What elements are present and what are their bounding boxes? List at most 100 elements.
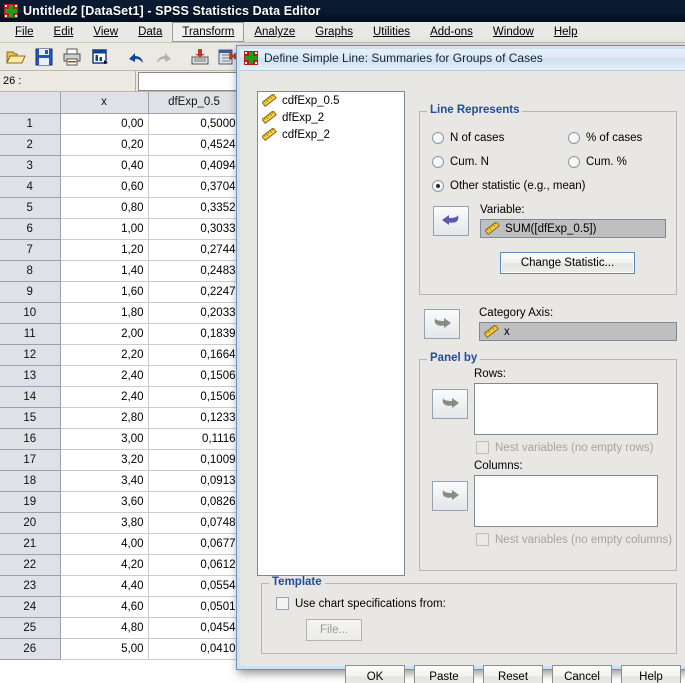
change-statistic-button[interactable]: Change Statistic... <box>500 252 635 274</box>
menu-view[interactable]: View <box>83 22 128 42</box>
reset-button[interactable]: Reset <box>483 665 543 683</box>
cell-x[interactable]: 2,40 <box>60 386 149 408</box>
cell-dfexp05[interactable]: 0,0913 <box>148 470 241 492</box>
nest-columns-checkbox[interactable]: Nest variables (no empty columns) <box>476 533 672 546</box>
menu-addons[interactable]: Add-ons <box>420 22 483 42</box>
cell-dfexp05[interactable]: 0,0677 <box>148 533 241 555</box>
cell-x[interactable]: 4,20 <box>60 554 149 576</box>
print-preview-icon[interactable] <box>88 45 112 69</box>
move-to-rows-button[interactable] <box>432 389 468 419</box>
cell-dfexp05[interactable]: 0,2247 <box>148 281 241 303</box>
cell-dfexp05[interactable]: 0,5000 <box>148 113 241 135</box>
help-button[interactable]: Help <box>621 665 681 683</box>
cell-dfexp05[interactable]: 0,0612 <box>148 554 241 576</box>
cell-x[interactable]: 3,60 <box>60 491 149 513</box>
row-number[interactable]: 16 <box>0 428 61 450</box>
row-number[interactable]: 19 <box>0 491 61 513</box>
cell-x[interactable]: 0,40 <box>60 155 149 177</box>
menu-graphs[interactable]: Graphs <box>305 22 363 42</box>
menu-data[interactable]: Data <box>128 22 172 42</box>
row-number[interactable]: 7 <box>0 239 61 261</box>
radio-n-of-cases[interactable]: N of cases <box>432 132 504 144</box>
cell-x[interactable]: 0,00 <box>60 113 149 135</box>
use-chart-spec-checkbox[interactable]: Use chart specifications from: <box>276 597 446 610</box>
cell-x[interactable]: 2,20 <box>60 344 149 366</box>
source-variable-list[interactable]: cdfExp_0.5 dfExp_2 cdfExp_2 <box>257 91 405 576</box>
cell-dfexp05[interactable]: 0,3033 <box>148 218 241 240</box>
nest-rows-checkbox[interactable]: Nest variables (no empty rows) <box>476 441 654 454</box>
cell-dfexp05[interactable]: 0,1506 <box>148 365 241 387</box>
cell-dfexp05[interactable]: 0,4524 <box>148 134 241 156</box>
list-item[interactable]: cdfExp_2 <box>258 126 404 143</box>
menu-edit[interactable]: Edit <box>44 22 84 42</box>
cell-x[interactable]: 2,40 <box>60 365 149 387</box>
row-number[interactable]: 14 <box>0 386 61 408</box>
cell-dfexp05[interactable]: 0,1009 <box>148 449 241 471</box>
cell-x[interactable]: 4,60 <box>60 596 149 618</box>
row-number[interactable]: 9 <box>0 281 61 303</box>
menu-utilities[interactable]: Utilities <box>363 22 420 42</box>
category-axis-field[interactable]: x <box>479 322 677 341</box>
menu-help[interactable]: Help <box>544 22 588 42</box>
cell-dfexp05[interactable]: 0,0410 <box>148 638 241 660</box>
cell-x[interactable]: 1,60 <box>60 281 149 303</box>
list-item[interactable]: dfExp_2 <box>258 109 404 126</box>
row-number[interactable]: 18 <box>0 470 61 492</box>
cell-x[interactable]: 0,80 <box>60 197 149 219</box>
row-number[interactable]: 13 <box>0 365 61 387</box>
cell-dfexp05[interactable]: 0,0501 <box>148 596 241 618</box>
cell-x[interactable]: 1,00 <box>60 218 149 240</box>
cell-dfexp05[interactable]: 0,2744 <box>148 239 241 261</box>
move-to-variable-button[interactable] <box>433 206 469 236</box>
cell-x[interactable]: 4,40 <box>60 575 149 597</box>
redo-icon[interactable] <box>152 45 176 69</box>
cell-dfexp05[interactable]: 0,0454 <box>148 617 241 639</box>
goto-case-icon[interactable] <box>188 45 212 69</box>
cell-x[interactable]: 5,00 <box>60 638 149 660</box>
row-number[interactable]: 25 <box>0 617 61 639</box>
cell-x[interactable]: 4,80 <box>60 617 149 639</box>
move-to-category-axis-button[interactable] <box>424 309 460 339</box>
cell-dfexp05[interactable]: 0,1506 <box>148 386 241 408</box>
cell-x[interactable]: 1,20 <box>60 239 149 261</box>
ok-button[interactable]: OK <box>345 665 405 683</box>
cell-x[interactable]: 1,80 <box>60 302 149 324</box>
radio-cum-pct[interactable]: Cum. % <box>568 156 627 168</box>
list-item[interactable]: cdfExp_0.5 <box>258 92 404 109</box>
cell-x[interactable]: 3,80 <box>60 512 149 534</box>
row-number[interactable]: 24 <box>0 596 61 618</box>
cell-dfexp05[interactable]: 0,1839 <box>148 323 241 345</box>
row-number[interactable]: 26 <box>0 638 61 660</box>
cell-x[interactable]: 3,40 <box>60 470 149 492</box>
row-number[interactable]: 12 <box>0 344 61 366</box>
print-icon[interactable] <box>60 45 84 69</box>
paste-button[interactable]: Paste <box>414 665 474 683</box>
row-number[interactable]: 4 <box>0 176 61 198</box>
open-file-icon[interactable] <box>4 45 28 69</box>
menu-window[interactable]: Window <box>483 22 544 42</box>
menu-analyze[interactable]: Analyze <box>244 22 305 42</box>
cell-dfexp05[interactable]: 0,0554 <box>148 575 241 597</box>
cell-x[interactable]: 2,00 <box>60 323 149 345</box>
cell-dfexp05[interactable]: 0,1233 <box>148 407 241 429</box>
cell-x[interactable]: 3,00 <box>60 428 149 450</box>
row-number[interactable]: 15 <box>0 407 61 429</box>
row-number[interactable]: 17 <box>0 449 61 471</box>
row-number[interactable]: 11 <box>0 323 61 345</box>
cell-dfexp05[interactable]: 0,2483 <box>148 260 241 282</box>
row-number[interactable]: 5 <box>0 197 61 219</box>
row-number[interactable]: 21 <box>0 533 61 555</box>
cell-x[interactable]: 4,00 <box>60 533 149 555</box>
column-header-x[interactable]: x <box>60 92 149 114</box>
cell-dfexp05[interactable]: 0,1664 <box>148 344 241 366</box>
cell-dfexp05[interactable]: 0,2033 <box>148 302 241 324</box>
template-file-button[interactable]: File... <box>306 619 362 641</box>
menu-file[interactable]: File <box>5 22 44 42</box>
undo-icon[interactable] <box>124 45 148 69</box>
cell-x[interactable]: 0,60 <box>60 176 149 198</box>
variable-field[interactable]: SUM([dfExp_0.5]) <box>480 219 666 238</box>
cell-x[interactable]: 1,40 <box>60 260 149 282</box>
row-number[interactable]: 1 <box>0 113 61 135</box>
save-icon[interactable] <box>32 45 56 69</box>
cell-dfexp05[interactable]: 0,3704 <box>148 176 241 198</box>
